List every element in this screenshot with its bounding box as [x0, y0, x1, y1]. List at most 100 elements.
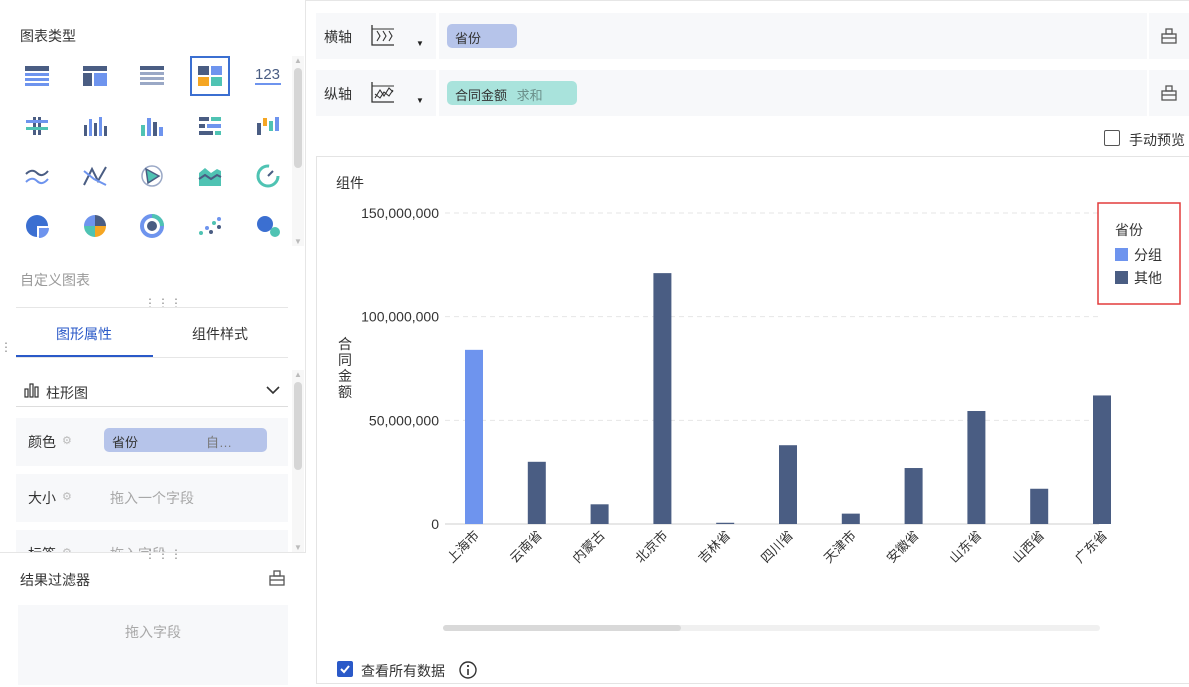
editor-area: 横轴 ▼ 省份 纵轴 ▼ 合同金额 求和 手动预览 组件 0 50,000,00…	[306, 0, 1189, 684]
y-axis-drop-zone[interactable]: 合同金额 求和	[436, 70, 1146, 116]
x-axis-type-icon[interactable]	[368, 23, 396, 49]
property-scrollbar[interactable]: ▲ ▼	[292, 370, 304, 552]
size-property: 大小 ⚙ 拖入一个字段	[16, 474, 288, 522]
tab-graph-properties[interactable]: 图形属性	[16, 324, 152, 344]
divider	[16, 307, 288, 308]
tab-component-style[interactable]: 组件样式	[152, 324, 288, 344]
rose-pie-icon[interactable]	[75, 206, 115, 246]
bar-天津市[interactable]	[841, 513, 860, 524]
gauge-chart-icon[interactable]	[248, 156, 288, 196]
x-tick-label: 四川省	[758, 528, 796, 566]
color-label: 颜色	[28, 434, 56, 450]
chart-kind-select[interactable]: 柱形图	[16, 376, 288, 407]
bar-广东省[interactable]	[1093, 395, 1111, 524]
stacked-bar-icon[interactable]	[190, 106, 230, 146]
y-axis-label: 纵轴	[324, 86, 352, 102]
bubble-chart-icon[interactable]	[248, 206, 288, 246]
bar-北京市[interactable]	[653, 273, 672, 524]
x-tick-label: 山西省	[1009, 528, 1047, 566]
y-axis-settings[interactable]	[1147, 70, 1189, 116]
bar-山东省[interactable]	[967, 411, 986, 524]
chart-type-grid: 123	[8, 52, 288, 248]
detail-table-icon[interactable]	[132, 56, 172, 96]
y-tick-label: 50,000,000	[369, 412, 439, 428]
chart-svg: 组件 0 50,000,000 100,000,000 150,000,000 合同金…	[336, 175, 1181, 631]
grouped-bar-icon[interactable]	[75, 106, 115, 146]
lock-settings-icon	[1161, 85, 1177, 101]
y-axis-field-pill[interactable]: 合同金额 求和	[447, 81, 577, 105]
size-label: 大小	[28, 490, 56, 506]
radar-line-icon[interactable]	[75, 156, 115, 196]
scroll-thumb[interactable]	[294, 382, 302, 470]
size-drop-zone[interactable]: 拖入一个字段	[110, 488, 194, 508]
legend-item[interactable]: 分组	[1134, 247, 1162, 263]
chart-panel: 组件 0 50,000,000 100,000,000 150,000,000 合同金…	[316, 156, 1189, 684]
color-field-name: 省份	[112, 435, 139, 450]
radar-chart-icon[interactable]	[132, 156, 172, 196]
custom-chart-link[interactable]: 自定义图表	[20, 270, 90, 290]
scroll-thumb[interactable]	[294, 68, 302, 168]
donut-chart-icon[interactable]	[132, 206, 172, 246]
bar-云南省[interactable]	[527, 461, 546, 524]
checkmark-icon	[340, 665, 350, 674]
y-tick-label: 100,000,000	[361, 309, 439, 325]
x-axis-settings[interactable]	[1147, 13, 1189, 59]
x-tick-label: 云南省	[507, 528, 545, 566]
line-chart-icon[interactable]	[17, 156, 57, 196]
view-all-data-checkbox[interactable]	[337, 661, 353, 677]
x-tick-label: 北京市	[632, 528, 670, 566]
info-icon[interactable]	[458, 660, 478, 680]
color-property: 颜色 ⚙ 省份 自…	[16, 418, 288, 466]
legend-swatch	[1115, 271, 1128, 284]
bar-吉林省[interactable]	[716, 522, 735, 524]
filter-drop-zone[interactable]: 拖入字段	[18, 605, 288, 685]
legend-swatch	[1115, 248, 1128, 261]
horizontal-bar-icon[interactable]	[17, 106, 57, 146]
cross-table-icon[interactable]	[75, 56, 115, 96]
color-field-pill[interactable]: 省份 自…	[104, 428, 267, 452]
gear-icon[interactable]: ⚙	[62, 490, 72, 503]
bar-山西省[interactable]	[1030, 488, 1049, 524]
property-tabs: 图形属性 组件样式	[16, 312, 288, 358]
chart-hscroll-thumb[interactable]	[443, 625, 681, 631]
y-axis-aggregation: 求和	[516, 88, 543, 103]
chart-type-scrollbar[interactable]: ▲ ▼	[292, 56, 304, 246]
table-chart-icon[interactable]	[17, 56, 57, 96]
x-tick-label: 山东省	[946, 528, 984, 566]
bar-内蒙古[interactable]	[590, 504, 609, 524]
manual-preview-checkbox[interactable]	[1104, 130, 1120, 146]
bar-上海市[interactable]	[465, 349, 483, 524]
bar-chart-icon	[24, 383, 39, 398]
bar-四川省[interactable]	[779, 445, 797, 524]
x-axis-label: 横轴	[324, 29, 352, 45]
lock-settings-icon	[1161, 28, 1177, 44]
x-axis-field-pill[interactable]: 省份	[447, 24, 517, 48]
caret-down-icon[interactable]: ▼	[416, 96, 424, 105]
tag-label: 标签	[28, 544, 56, 552]
column-chart-icon[interactable]	[132, 106, 172, 146]
x-axis-drop-zone[interactable]: 省份	[436, 13, 1146, 59]
filter-settings-icon[interactable]	[268, 570, 286, 586]
x-tick-labels: 上海市 云南省 内蒙古 北京市 吉林省 四川省 天津市 安徽省 山东省 山西省 广东省	[444, 528, 1110, 566]
waterfall-chart-icon[interactable]	[248, 106, 288, 146]
y-tick-label: 0	[431, 516, 439, 532]
kpi-number-icon[interactable]: 123	[248, 56, 288, 96]
gear-icon[interactable]: ⚙	[62, 434, 72, 447]
x-tick-label: 上海市	[444, 528, 482, 566]
pie-chart-icon[interactable]	[17, 206, 57, 246]
panel-collapse-grip-icon[interactable]: ⋮	[0, 340, 13, 354]
multi-chart-icon[interactable]	[190, 56, 230, 96]
chevron-down-icon	[266, 386, 280, 395]
svg-text:123: 123	[255, 66, 280, 83]
caret-down-icon[interactable]: ▼	[416, 39, 424, 48]
x-tick-label: 广东省	[1072, 528, 1110, 566]
area-chart-icon[interactable]	[190, 156, 230, 196]
legend: 省份分组其他	[1097, 202, 1181, 305]
bar-安徽省[interactable]	[904, 468, 923, 524]
resize-grip-icon[interactable]: ⋮⋮⋮	[144, 547, 183, 561]
legend-item[interactable]: 其他	[1134, 270, 1162, 286]
scatter-chart-icon[interactable]	[190, 206, 230, 246]
chart-kind-label: 柱形图	[46, 385, 88, 401]
top-divider	[306, 0, 1189, 1]
y-axis-type-icon[interactable]	[368, 80, 396, 106]
